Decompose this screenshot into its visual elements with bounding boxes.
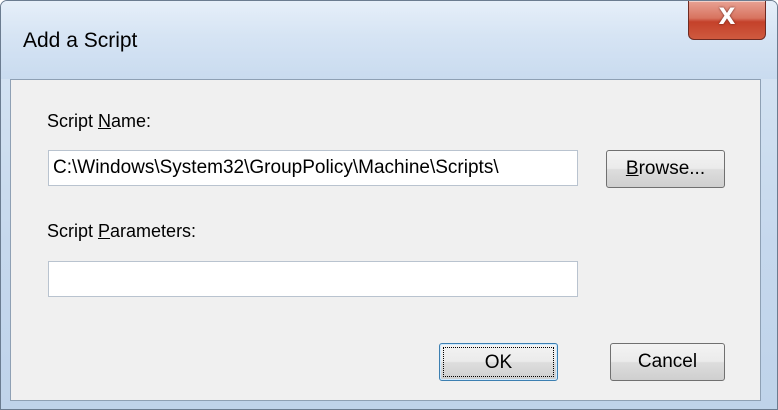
- script-name-label: Script Name:: [47, 111, 152, 131]
- script-name-field[interactable]: C:\Windows\System32\GroupPolicy\Machine\…: [48, 150, 578, 186]
- script-parameters-label: Script Parameters:: [47, 221, 197, 241]
- window-title: Add a Script: [23, 29, 138, 52]
- ok-button-label: OK: [443, 347, 554, 377]
- browse-button[interactable]: Browse...: [606, 150, 725, 188]
- ok-button[interactable]: OK: [439, 343, 558, 381]
- close-button[interactable]: X: [688, 1, 766, 40]
- close-icon: X: [718, 5, 736, 30]
- dialog-body: Script Name: C:\Windows\System32\GroupPo…: [10, 79, 761, 401]
- script-parameters-field[interactable]: [48, 261, 578, 297]
- cancel-button[interactable]: Cancel: [610, 343, 725, 381]
- dialog-window: Add a Script X Script Name: C:\Windows\S…: [0, 0, 778, 410]
- title-bar[interactable]: Add a Script: [1, 1, 777, 79]
